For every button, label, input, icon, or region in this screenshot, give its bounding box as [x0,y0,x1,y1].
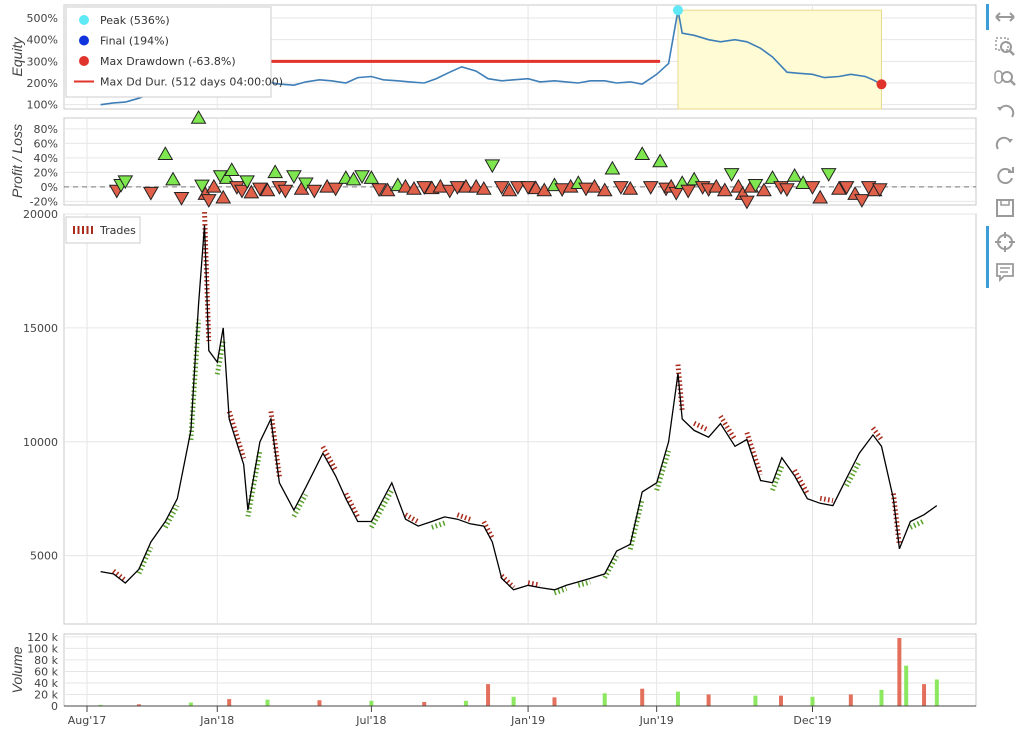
y-tick-label: 0% [41,181,58,194]
volume-bar [602,693,607,706]
box-zoom-icon[interactable] [992,34,1018,60]
volume-bar [753,695,758,706]
legend-label: Trades [99,224,136,237]
volume-bar [317,700,322,706]
volume-panel: 120 k100 k80 k60 k40 k20 k0 Volume [9,631,977,713]
legend-swatch [79,35,89,46]
volume-bar [640,688,645,706]
volume-bar [188,702,193,706]
legend-label: Max Drawdown (-63.8%) [100,55,236,68]
volume-bar [934,679,939,706]
legend-swatch [79,15,89,25]
xpan-icon[interactable] [992,4,1018,30]
y-tick-label: 5000 [30,550,58,563]
volume-bar [552,697,557,706]
volume-bar [778,695,783,706]
reset-icon[interactable] [992,163,1018,189]
y-tick-label: 10000 [23,436,58,449]
y-tick-label: 300% [27,55,58,68]
profit-loss-axis-label: Profit / Loss [9,124,25,198]
trades-legend: Trades [65,216,141,244]
hover-icon[interactable] [992,259,1018,285]
chart-toolbar [986,0,1024,300]
volume-bar [897,638,902,706]
volume-bar [879,689,884,706]
final-marker [876,79,887,90]
volume-bar [904,665,909,706]
x-tick-label: Jan'18 [199,714,234,727]
wheel-zoom-icon[interactable] [992,66,1018,92]
trade-marker [190,109,207,124]
toolbar-group-marker [986,4,989,30]
volume-bar [463,700,468,706]
equity-panel: 500% 400% 300% 200% 100% Equity Peak (536%) F… [9,4,977,112]
drawdown-area [677,9,882,110]
peak-marker [672,5,683,16]
x-tick-label: Aug'17 [68,714,107,727]
y-tick-label: 20000 [23,208,58,221]
y-tick-label: 0 [51,700,58,713]
y-tick-label: 20% [34,166,58,179]
legend-swatch [79,56,89,66]
redo-icon[interactable] [992,131,1018,157]
price-panel: 20000 15000 10000 5000 Trades [23,208,977,625]
undo-icon[interactable] [992,99,1018,125]
x-tick-label: Jul'18 [355,714,386,727]
crosshair-icon[interactable] [992,229,1018,255]
volume-bar [810,696,815,706]
x-axis: Aug'17 Jan'18 Jul'18 Jan'19 Jun'19 Dec'19 [64,705,976,727]
volume-bar [369,700,374,706]
x-tick-label: Jun'19 [639,714,674,727]
y-tick-label: 500% [27,12,58,25]
backtest-chart: 500% 400% 300% 200% 100% Equity Peak (536%) F… [9,4,977,727]
equity-legend: Peak (536%) Final (194%) Max Drawdown (-63… [65,6,283,98]
y-tick-label: 400% [27,34,58,47]
volume-bar [422,701,427,706]
y-tick-label: 60% [34,137,58,150]
x-tick-label: Dec'19 [793,714,831,727]
volume-axis-label: Volume [9,646,25,693]
y-tick-label: 200% [27,77,58,90]
legend-label: Max Dd Dur. (512 days 04:00:00) [100,76,283,89]
toolbar-group-marker [986,226,989,288]
volume-bar [486,684,491,706]
y-tick-label: 15000 [23,322,58,335]
volume-bar [675,691,680,706]
volume-bar [265,699,270,706]
legend-label: Peak (536%) [100,14,170,27]
volume-bar [227,699,232,706]
volume-bar [848,694,853,706]
y-tick-label: 80% [34,123,58,136]
y-tick-label: -20% [30,195,58,208]
volume-frame [63,633,977,707]
volume-bar [706,694,711,706]
profit-loss-panel: 80%60% 40%20% 0%-20% Profit / Loss [9,109,977,210]
y-tick-label: 40% [34,152,58,165]
volume-bar [511,696,516,706]
legend-label: Final (194%) [100,35,169,48]
save-icon[interactable] [992,195,1018,221]
x-tick-label: Jan'19 [510,714,545,727]
y-tick-label: 100% [27,99,58,112]
equity-axis-label: Equity [9,37,25,77]
volume-bar [922,684,927,706]
